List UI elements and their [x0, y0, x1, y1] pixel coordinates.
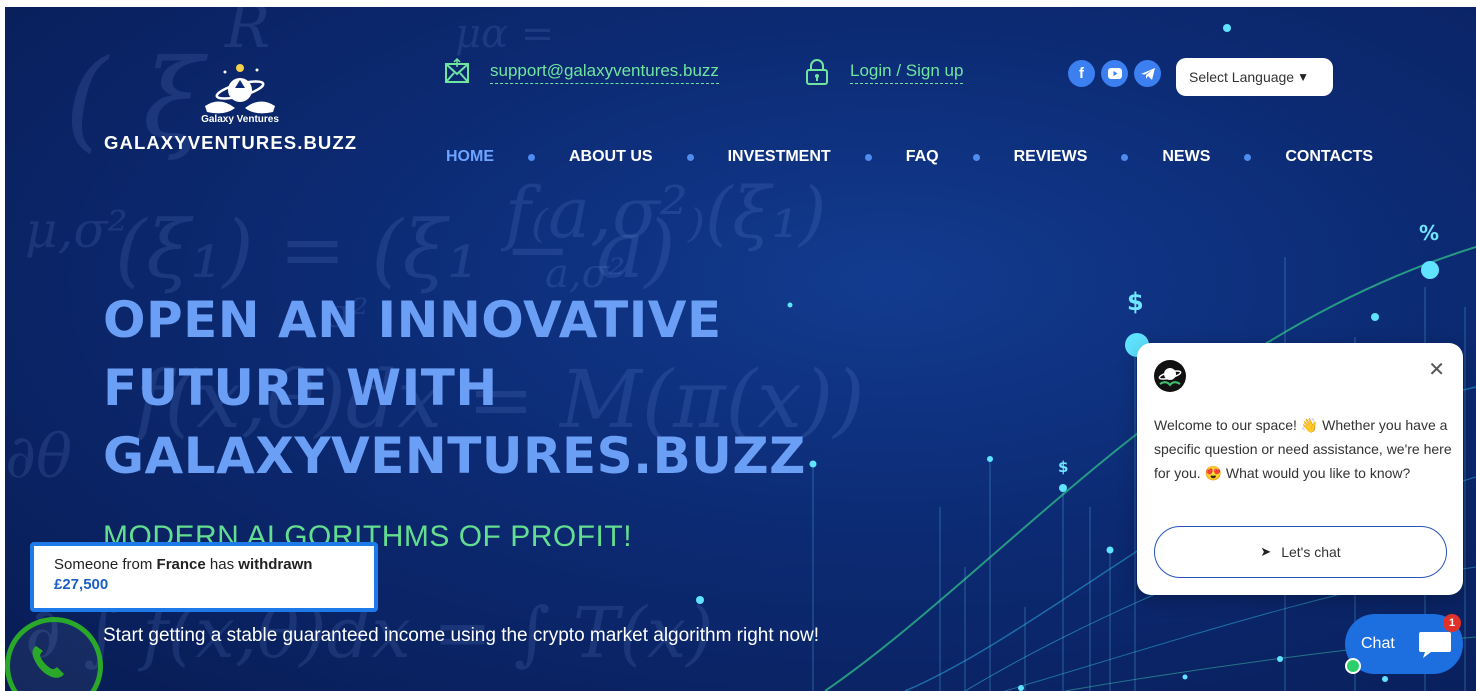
chat-launcher-label: Chat	[1361, 635, 1395, 652]
language-select-label: Select Language	[1189, 69, 1295, 85]
nav-separator-dot	[864, 153, 872, 161]
close-icon[interactable]: ✕	[1428, 357, 1445, 381]
youtube-icon[interactable]	[1101, 60, 1128, 87]
lets-chat-button[interactable]: ➤ Let's chat	[1154, 526, 1447, 578]
svg-text:$: $	[1058, 458, 1068, 476]
nav-item-home[interactable]: HOME	[446, 148, 494, 166]
logo-domain-text: GALAXYVENTURES.BUZZ	[104, 132, 358, 153]
nav-separator-dot	[1121, 153, 1129, 161]
nav-separator-dot	[528, 153, 535, 161]
email-link[interactable]: support@galaxyventures.buzz	[490, 61, 719, 84]
galaxy-ventures-logo-icon	[205, 64, 275, 114]
nav-item-faq[interactable]: FAQ	[906, 148, 939, 166]
toast-action: withdrawn	[238, 556, 313, 573]
social-links: f	[1068, 60, 1161, 87]
agent-avatar	[1154, 360, 1186, 392]
nav-item-investment[interactable]: INVESTMENT	[728, 148, 831, 166]
send-arrow-icon: ➤	[1260, 544, 1272, 559]
login-signup-link[interactable]: Login / Sign up	[850, 61, 964, 84]
toast-prefix: Someone from	[54, 556, 157, 573]
facebook-icon[interactable]: f	[1068, 60, 1095, 87]
site-logo[interactable]: Galaxy Ventures GALAXYVENTURES.BUZZ	[100, 58, 380, 168]
chat-welcome-popup: ✕ Welcome to our space! 👋 Whether you ha…	[1137, 343, 1463, 595]
nav-item-about-us[interactable]: ABOUT US	[569, 148, 653, 166]
nav-item-news[interactable]: NEWS	[1162, 148, 1210, 166]
hero-headline: OPEN AN INNOVATIVE FUTURE WITH GALAXYVEN…	[103, 286, 806, 490]
telegram-icon[interactable]	[1134, 60, 1161, 87]
svg-text:%: %	[1419, 221, 1439, 245]
language-select[interactable]: Select Language ▼	[1176, 58, 1333, 96]
logo-small-text: Galaxy Ventures	[201, 114, 279, 125]
nav-separator-dot	[686, 153, 694, 161]
main-navigation: HOME ABOUT US INVESTMENT FAQ REVIEWS NEW…	[446, 148, 1373, 166]
svg-text:$: $	[1127, 288, 1144, 316]
lock-icon	[806, 59, 828, 85]
nav-separator-dot	[972, 153, 980, 161]
hero-headline-line-1: OPEN AN INNOVATIVE	[103, 291, 722, 349]
hero-headline-line-3: GALAXYVENTURES.BUZZ	[103, 427, 806, 485]
toast-country: France	[156, 556, 206, 573]
online-status-indicator	[1345, 658, 1361, 674]
login-contact: Login / Sign up	[804, 58, 964, 86]
chat-welcome-message: Welcome to our space! 👋 Whether you have…	[1154, 417, 1452, 481]
toast-middle: has	[205, 556, 239, 573]
hero-headline-line-2: FUTURE WITH	[103, 359, 498, 417]
withdrawal-notification: Someone from France has withdrawn £27,50…	[30, 542, 378, 612]
lets-chat-label: Let's chat	[1281, 544, 1341, 560]
chevron-down-icon: ▼	[1297, 70, 1309, 84]
toast-amount: £27,500	[54, 576, 109, 593]
chat-bubble-icon	[1419, 632, 1451, 658]
email-icon	[445, 58, 469, 83]
phone-icon	[32, 646, 64, 678]
nav-separator-dot	[1244, 153, 1252, 161]
chat-launcher-button[interactable]: Chat 1	[1345, 614, 1463, 674]
email-contact: support@galaxyventures.buzz	[444, 58, 719, 86]
unread-count-badge: 1	[1443, 614, 1461, 632]
nav-item-reviews[interactable]: REVIEWS	[1014, 148, 1088, 166]
hero-description: Start getting a stable guaranteed income…	[103, 625, 820, 646]
nav-item-contacts[interactable]: CONTACTS	[1285, 148, 1373, 166]
